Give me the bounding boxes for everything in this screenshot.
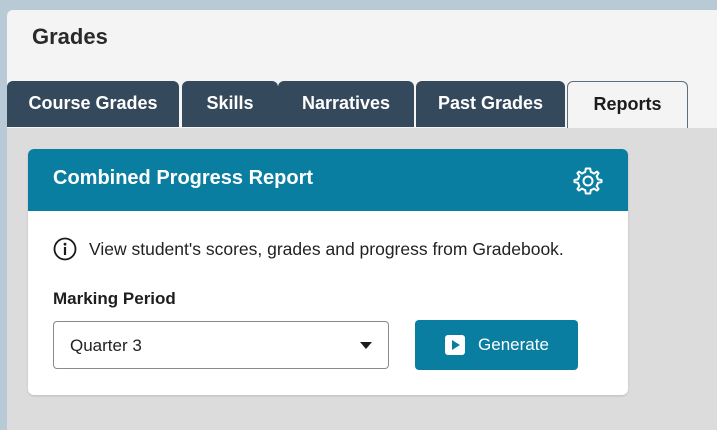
page-title: Grades xyxy=(32,24,108,49)
generate-button[interactable]: Generate xyxy=(415,320,578,370)
tab-past-grades[interactable]: Past Grades xyxy=(416,81,565,127)
info-circle-icon xyxy=(53,237,77,261)
combined-progress-report-card: Combined Progress Report View student's … xyxy=(28,149,628,395)
tab-content: Combined Progress Report View student's … xyxy=(7,128,717,430)
info-text: View student's scores, grades and progre… xyxy=(89,238,564,259)
tab-skills[interactable]: Skills xyxy=(182,81,278,127)
card-title: Combined Progress Report xyxy=(53,167,314,189)
marking-period-label: Marking Period xyxy=(53,289,176,308)
marking-period-select[interactable]: Quarter 3 xyxy=(53,321,389,369)
marking-period-value: Quarter 3 xyxy=(70,336,142,355)
card-header: Combined Progress Report xyxy=(28,149,628,211)
tab-course-grades[interactable]: Course Grades xyxy=(7,81,179,127)
grades-panel: Grades Course Grades Skills Narratives P… xyxy=(7,10,717,430)
play-icon xyxy=(445,335,466,355)
gear-icon[interactable] xyxy=(572,165,604,197)
tab-narratives[interactable]: Narratives xyxy=(278,81,414,127)
chevron-down-icon xyxy=(360,342,372,349)
tab-bar: Course Grades Skills Narratives Past Gra… xyxy=(7,81,717,199)
generate-label: Generate xyxy=(478,335,549,354)
info-row: View student's scores, grades and progre… xyxy=(53,237,564,261)
tab-reports[interactable]: Reports xyxy=(567,81,688,129)
